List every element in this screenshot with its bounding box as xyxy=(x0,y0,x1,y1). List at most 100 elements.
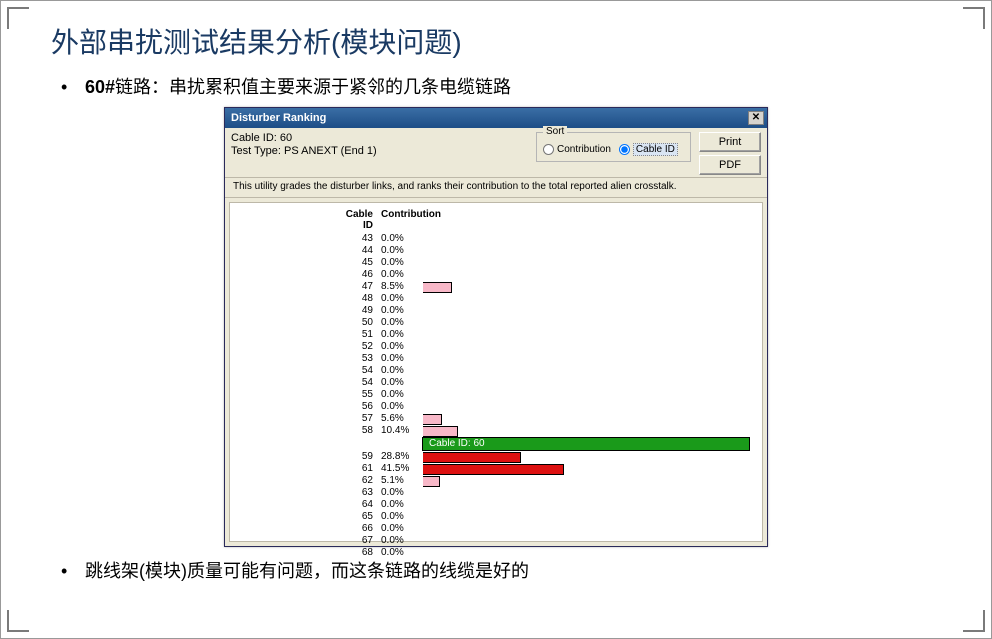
chart-row: 540.0% xyxy=(236,365,756,377)
row-cable-id: 47 xyxy=(236,281,381,293)
row-contribution-value: 5.6% xyxy=(381,413,423,425)
row-cable-id: 64 xyxy=(236,499,381,511)
radio-contribution-label: Contribution xyxy=(557,144,611,155)
bullet-2-text: 跳线架(模块)质量可能有问题，而这条链路的线缆是好的 xyxy=(85,557,529,583)
test-type-label: Test Type: PS ANEXT (End 1) xyxy=(231,145,536,158)
bullet-2: • 跳线架(模块)质量可能有问题，而这条链路的线缆是好的 xyxy=(61,557,951,583)
contribution-bar xyxy=(423,282,452,293)
radio-cableid-label: Cable ID xyxy=(633,143,678,156)
chart-row: 478.5% xyxy=(236,281,756,293)
row-contribution-value: 0.0% xyxy=(381,233,423,245)
row-contribution-value: 0.0% xyxy=(381,377,423,389)
chart-row: 575.6% xyxy=(236,413,756,425)
pdf-button[interactable]: PDF xyxy=(699,155,761,175)
radio-cableid[interactable]: Cable ID xyxy=(619,143,678,156)
row-contribution-value: 0.0% xyxy=(381,389,423,401)
row-cable-id: 44 xyxy=(236,245,381,257)
slide-title: 外部串扰测试结果分析(模块问题) xyxy=(51,21,951,61)
row-cable-id: 52 xyxy=(236,341,381,353)
chart-row: 430.0% xyxy=(236,233,756,245)
row-contribution-value: 41.5% xyxy=(381,463,423,475)
row-bar-wrap xyxy=(423,536,756,547)
disturber-ranking-dialog: Disturber Ranking ✕ Cable ID: 60 Test Ty… xyxy=(224,107,768,547)
row-contribution-value: 0.0% xyxy=(381,499,423,511)
cable-id-label: Cable ID: 60 xyxy=(231,132,536,145)
radio-cableid-input[interactable] xyxy=(619,144,630,155)
row-cable-id: 57 xyxy=(236,413,381,425)
chart-row: 500.0% xyxy=(236,317,756,329)
row-bar-wrap xyxy=(423,548,756,559)
col-header-contribution: Contribution xyxy=(381,209,436,231)
contribution-bar xyxy=(423,414,442,425)
chart-row: 550.0% xyxy=(236,389,756,401)
row-contribution-value: 10.4% xyxy=(381,425,423,437)
row-bar-wrap xyxy=(423,306,756,317)
row-contribution-value: 0.0% xyxy=(381,401,423,413)
row-contribution-value: 0.0% xyxy=(381,329,423,341)
chart-row: 490.0% xyxy=(236,305,756,317)
chart-row: 680.0% xyxy=(236,547,756,559)
row-contribution-value: 0.0% xyxy=(381,365,423,377)
sort-legend: Sort xyxy=(543,126,567,137)
sort-groupbox: Sort Contribution Cable ID xyxy=(536,132,691,162)
chart-row: 5810.4% xyxy=(236,425,756,437)
print-button[interactable]: Print xyxy=(699,132,761,152)
row-contribution-value: 0.0% xyxy=(381,487,423,499)
row-contribution-value: 0.0% xyxy=(381,511,423,523)
dialog-titlebar[interactable]: Disturber Ranking ✕ xyxy=(225,108,767,128)
row-bar-wrap xyxy=(423,426,756,437)
row-contribution-value: 28.8% xyxy=(381,451,423,463)
row-bar-wrap xyxy=(423,414,756,425)
chart-row: 520.0% xyxy=(236,341,756,353)
row-bar-wrap xyxy=(423,366,756,377)
row-bar-wrap xyxy=(423,258,756,269)
contribution-bar xyxy=(423,452,521,463)
bullet-1: • 60#链路：串扰累积值主要来源于紧邻的几条电缆链路 xyxy=(61,73,951,99)
row-contribution-value: 0.0% xyxy=(381,535,423,547)
row-bar-wrap xyxy=(423,500,756,511)
row-bar-wrap xyxy=(423,452,756,463)
chart-row: 460.0% xyxy=(236,269,756,281)
corner-decoration xyxy=(963,7,985,29)
row-bar-wrap xyxy=(423,524,756,535)
close-icon[interactable]: ✕ xyxy=(748,111,764,125)
row-bar-wrap xyxy=(423,378,756,389)
chart-rows: 430.0%440.0%450.0%460.0%478.5%480.0%490.… xyxy=(236,233,756,559)
chart-row: 625.1% xyxy=(236,475,756,487)
row-cable-id: 66 xyxy=(236,523,381,535)
chart-row: 540.0% xyxy=(236,377,756,389)
row-bar-wrap xyxy=(423,354,756,365)
row-cable-id: 56 xyxy=(236,401,381,413)
chart-row: 5928.8% xyxy=(236,451,756,463)
chart-row: 670.0% xyxy=(236,535,756,547)
contribution-bar xyxy=(423,426,458,437)
chart-row: 450.0% xyxy=(236,257,756,269)
row-bar-wrap xyxy=(423,390,756,401)
row-contribution-value: 0.0% xyxy=(381,305,423,317)
corner-decoration xyxy=(7,610,29,632)
dialog-title: Disturber Ranking xyxy=(231,112,326,124)
dialog-toolbar: Cable ID: 60 Test Type: PS ANEXT (End 1)… xyxy=(225,128,767,178)
row-bar-wrap xyxy=(423,234,756,245)
row-bar-wrap xyxy=(423,512,756,523)
radio-contribution[interactable]: Contribution xyxy=(543,144,611,155)
chart-row: 640.0% xyxy=(236,499,756,511)
row-contribution-value: 0.0% xyxy=(381,547,423,559)
row-bar-wrap xyxy=(423,270,756,281)
row-contribution-value: 0.0% xyxy=(381,293,423,305)
row-contribution-value: 0.0% xyxy=(381,317,423,329)
row-bar-wrap xyxy=(423,488,756,499)
corner-decoration xyxy=(963,610,985,632)
row-cable-id: 48 xyxy=(236,293,381,305)
contribution-bar xyxy=(423,476,440,487)
chart-row: 560.0% xyxy=(236,401,756,413)
row-bar-wrap xyxy=(423,476,756,487)
row-cable-id: 61 xyxy=(236,463,381,475)
row-bar-wrap xyxy=(423,246,756,257)
radio-contribution-input[interactable] xyxy=(543,144,554,155)
highlight-current-cable: Cable ID: 60 xyxy=(422,437,750,451)
col-header-cableid: Cable ID xyxy=(336,209,381,231)
chart-column-headers: Cable ID Contribution xyxy=(336,209,756,231)
row-bar-wrap xyxy=(423,464,756,475)
row-contribution-value: 5.1% xyxy=(381,475,423,487)
